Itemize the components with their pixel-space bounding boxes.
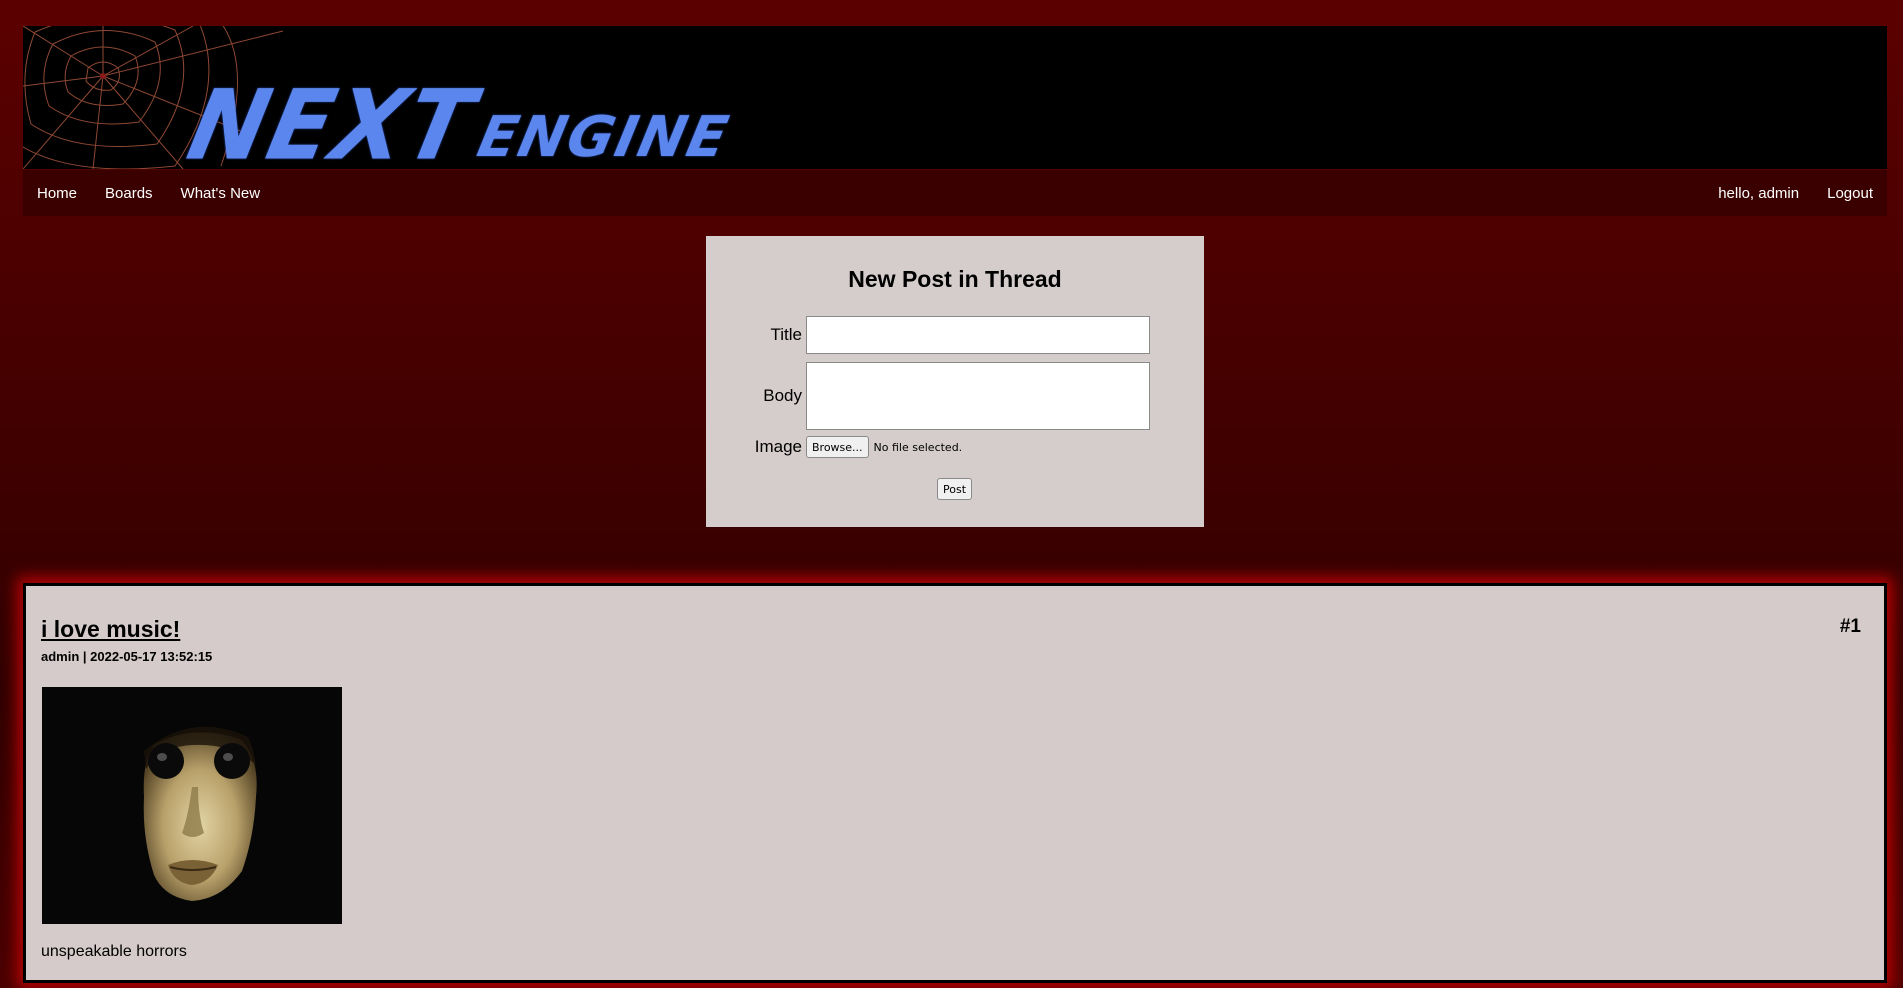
nav-whats-new-link[interactable]: What's New bbox=[167, 185, 275, 202]
logout-link[interactable]: Logout bbox=[1813, 185, 1887, 202]
body-label: Body bbox=[763, 386, 802, 405]
post-meta: admin | 2022-05-17 13:52:15 bbox=[41, 649, 213, 664]
face-picture bbox=[42, 687, 342, 924]
new-post-form: New Post in Thread Title Body Image Brow… bbox=[706, 236, 1204, 527]
nav-user-area: hello, admin Logout bbox=[1704, 185, 1887, 202]
nav-boards-link[interactable]: Boards bbox=[91, 185, 167, 202]
post-card: i love music! #1 admin | 2022-05-17 13:5… bbox=[23, 583, 1887, 983]
main-navbar: Home Boards What's New hello, admin Logo… bbox=[23, 170, 1887, 216]
form-heading: New Post in Thread bbox=[848, 266, 1062, 292]
logo-secondary-text: ENGINE bbox=[471, 105, 735, 169]
body-textarea[interactable] bbox=[806, 362, 1150, 430]
user-greeting: hello, admin bbox=[1718, 184, 1800, 202]
post-number: #1 bbox=[1839, 616, 1861, 637]
image-label: Image bbox=[754, 437, 802, 456]
site-banner: NEXT ENGINE bbox=[23, 26, 1887, 169]
title-label: Title bbox=[770, 325, 803, 344]
file-status-text: No file selected. bbox=[873, 440, 963, 454]
post-title-link[interactable]: i love music! bbox=[41, 616, 180, 643]
post-body-text: unspeakable horrors bbox=[41, 943, 187, 960]
nav-links: Home Boards What's New bbox=[23, 185, 274, 202]
site-logo[interactable]: NEXT ENGINE bbox=[179, 62, 734, 169]
image-row: Image Browse... No file selected. bbox=[706, 435, 962, 459]
title-input[interactable] bbox=[806, 316, 1150, 354]
body-row: Body bbox=[706, 362, 1150, 430]
nav-home-link[interactable]: Home bbox=[23, 185, 91, 202]
browse-button[interactable]: Browse... bbox=[806, 436, 869, 458]
post-image[interactable] bbox=[42, 687, 342, 924]
post-submit-button[interactable]: Post bbox=[937, 478, 973, 500]
logo-primary-text: NEXT bbox=[179, 69, 485, 169]
title-row: Title bbox=[706, 316, 1150, 354]
